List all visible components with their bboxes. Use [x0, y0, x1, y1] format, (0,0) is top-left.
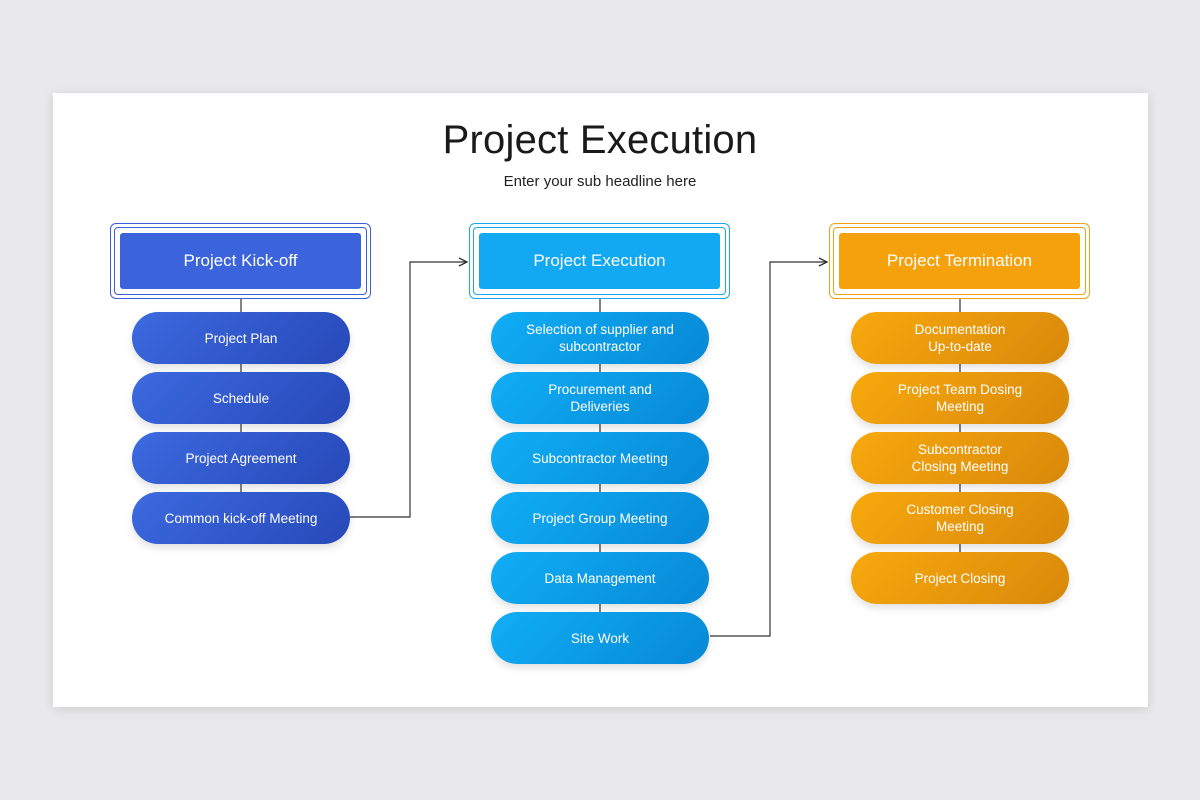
- header-frame-kickoff: Project Kick-off: [110, 223, 371, 299]
- step-common-kickoff-meeting: Common kick-off Meeting: [132, 492, 350, 544]
- header-frame-inner-execution: Project Execution: [473, 227, 726, 295]
- step-project-group-meeting: Project Group Meeting: [491, 492, 709, 544]
- step-documentation-up-to-date: Documentation Up-to-date: [851, 312, 1069, 364]
- step-procurement-deliveries: Procurement and Deliveries: [491, 372, 709, 424]
- step-customer-closing-meeting: Customer Closing Meeting: [851, 492, 1069, 544]
- header-frame-execution: Project Execution: [469, 223, 730, 299]
- step-data-management: Data Management: [491, 552, 709, 604]
- header-frame-termination: Project Termination: [829, 223, 1090, 299]
- step-project-closing: Project Closing: [851, 552, 1069, 604]
- step-project-agreement: Project Agreement: [132, 432, 350, 484]
- step-site-work: Site Work: [491, 612, 709, 664]
- header-project-termination: Project Termination: [839, 233, 1080, 289]
- step-schedule: Schedule: [132, 372, 350, 424]
- step-project-team-dosing-meeting: Project Team Dosing Meeting: [851, 372, 1069, 424]
- step-subcontractor-meeting: Subcontractor Meeting: [491, 432, 709, 484]
- header-frame-inner-termination: Project Termination: [833, 227, 1086, 295]
- arrow-kickoff-to-execution: [350, 262, 467, 518]
- arrow-execution-to-termination: [710, 262, 827, 637]
- header-project-kickoff: Project Kick-off: [120, 233, 361, 289]
- header-project-execution: Project Execution: [479, 233, 720, 289]
- step-subcontractor-closing-meeting: Subcontractor Closing Meeting: [851, 432, 1069, 484]
- step-project-plan: Project Plan: [132, 312, 350, 364]
- step-selection-of-supplier: Selection of supplier and subcontractor: [491, 312, 709, 364]
- header-frame-inner-kickoff: Project Kick-off: [114, 227, 367, 295]
